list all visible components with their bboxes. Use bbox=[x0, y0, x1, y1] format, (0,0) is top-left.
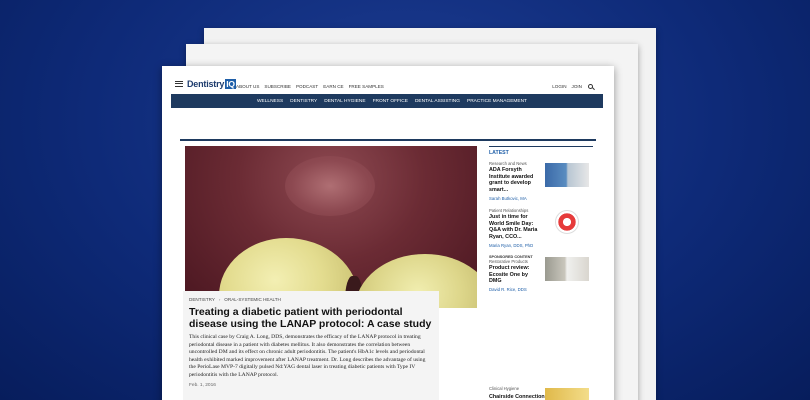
gum-tissue bbox=[285, 156, 375, 216]
article-hero-image[interactable] bbox=[185, 146, 477, 308]
site-header: Dentistry IQ ABOUT US SUBSCRIBE PODCAST E… bbox=[162, 66, 614, 94]
article-excerpt: This clinical case by Craig A. Long, DDS… bbox=[189, 334, 426, 378]
nav-dental-hygiene[interactable]: DENTAL HYGIENE bbox=[324, 99, 365, 104]
breadcrumb-separator: › bbox=[218, 297, 221, 302]
latest-sidebar: LATEST Research and News ADA Forsyth Ins… bbox=[489, 146, 593, 297]
top-nav-about[interactable]: ABOUT US bbox=[236, 84, 259, 89]
sidebar-item-headline[interactable]: Product review: Ecosite One by DMG bbox=[489, 265, 542, 285]
logo-accent-text: IQ bbox=[225, 79, 236, 89]
hamburger-icon[interactable] bbox=[175, 81, 183, 87]
breadcrumb: DENTISTRY › ORAL-SYSTEMIC HEALTH bbox=[189, 297, 433, 302]
site-logo[interactable]: Dentistry IQ bbox=[187, 79, 236, 89]
top-nav-subscribe[interactable]: SUBSCRIBE bbox=[264, 84, 291, 89]
sidebar-item-2[interactable]: Patient Relationships Just in time for W… bbox=[489, 208, 593, 250]
breadcrumb-oral-systemic[interactable]: ORAL-SYSTEMIC HEALTH bbox=[224, 297, 281, 302]
sidebar-item-thumbnail[interactable] bbox=[545, 163, 589, 188]
nav-front-office[interactable]: FRONT OFFICE bbox=[373, 99, 408, 104]
sidebar-item-category[interactable]: Patient Relationships bbox=[489, 208, 593, 213]
sidebar-item-1[interactable]: Research and News ADA Forsyth Institute … bbox=[489, 161, 593, 203]
sidebar-rule bbox=[489, 146, 593, 148]
sidebar-item-thumbnail[interactable] bbox=[545, 257, 589, 282]
main-nav: WELLNESS DENTISTRY DENTAL HYGIENE FRONT … bbox=[171, 94, 603, 108]
top-nav-earn-ce[interactable]: EARN CE bbox=[323, 84, 343, 89]
section-divider bbox=[180, 139, 596, 141]
nav-dental-assisting[interactable]: DENTAL ASSISTING bbox=[415, 99, 460, 104]
sidebar-item-author[interactable]: Maria Ryan, DDS, PhD bbox=[489, 243, 593, 248]
nav-dentistry[interactable]: DENTISTRY bbox=[290, 99, 317, 104]
top-nav-free-samples[interactable]: FREE SAMPLES bbox=[349, 84, 384, 89]
nav-wellness[interactable]: WELLNESS bbox=[257, 99, 283, 104]
article-card[interactable]: DENTISTRY › ORAL-SYSTEMIC HEALTH Treatin… bbox=[183, 291, 439, 400]
join-link[interactable]: JOIN bbox=[572, 84, 582, 89]
article-date: Feb. 1, 2016 bbox=[189, 382, 216, 388]
logo-main-text: Dentistry bbox=[187, 79, 225, 89]
sidebar-item-headline[interactable]: Just in time for World Smile Day: Q&A wi… bbox=[489, 214, 542, 240]
sidebar-item-author[interactable]: David R. Rice, DDS bbox=[489, 287, 593, 292]
sidebar-item-author[interactable]: Sarah Butkovic, MA bbox=[489, 196, 593, 201]
world-smile-day-logo[interactable] bbox=[555, 210, 579, 235]
sidebar-item-headline[interactable]: ADA Forsyth Institute awarded grant to d… bbox=[489, 167, 542, 193]
sidebar-heading: LATEST bbox=[489, 150, 509, 157]
nav-practice-management[interactable]: PRACTICE MANAGEMENT bbox=[467, 99, 527, 104]
breadcrumb-dentistry[interactable]: DENTISTRY bbox=[189, 297, 215, 302]
top-nav-podcast[interactable]: PODCAST bbox=[296, 84, 318, 89]
search-icon[interactable] bbox=[588, 84, 593, 89]
sidebar-item-thumbnail[interactable] bbox=[545, 388, 589, 400]
top-nav: ABOUT US SUBSCRIBE PODCAST EARN CE FREE … bbox=[236, 84, 384, 89]
login-link[interactable]: LOGIN bbox=[552, 84, 566, 89]
sidebar-item-4[interactable]: Clinical Hygiene Chairside Connection bbox=[489, 386, 593, 400]
account-links: LOGIN JOIN bbox=[552, 84, 593, 89]
article-title[interactable]: Treating a diabetic patient with periodo… bbox=[189, 306, 433, 330]
webpage-screenshot: Dentistry IQ ABOUT US SUBSCRIBE PODCAST E… bbox=[162, 66, 614, 400]
sidebar-item-3[interactable]: SPONSORED CONTENT Restorative Products P… bbox=[489, 255, 593, 297]
